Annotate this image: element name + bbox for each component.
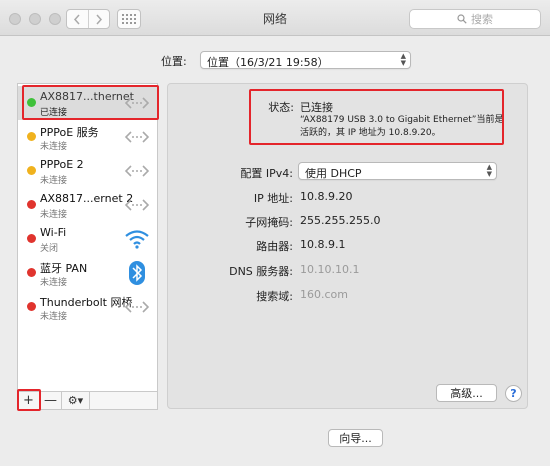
service-name: PPPoE 服务 [40, 126, 99, 139]
router-value: 10.8.9.1 [300, 238, 346, 251]
remove-service-button[interactable]: — [40, 392, 62, 409]
ethernet-icon [124, 295, 150, 319]
service-item-wifi[interactable]: Wi-Fi 关闭 [18, 222, 157, 256]
status-dot [27, 268, 36, 277]
location-label: 位置: [161, 55, 187, 68]
subnet-mask-label: 子网掩码: [245, 216, 293, 229]
advanced-button[interactable]: 高级... [436, 384, 497, 402]
status-dot [27, 166, 36, 175]
router-label: 路由器: [256, 240, 293, 253]
service-item-bluetooth-pan[interactable]: 蓝牙 PAN 未连接 [18, 256, 157, 290]
ip-address-value: 10.8.9.20 [300, 190, 353, 203]
subnet-mask-value: 255.255.255.0 [300, 214, 381, 227]
service-name: Thunderbolt 网桥 [40, 296, 133, 309]
search-field[interactable]: 搜索 [409, 9, 541, 29]
service-item-thunderbolt-bridge[interactable]: Thunderbolt 网桥 未连接 [18, 290, 157, 324]
status-dot [27, 132, 36, 141]
help-button[interactable]: ? [505, 385, 522, 402]
updown-arrows-icon: ▲ ▼ [400, 52, 406, 67]
dns-server-label: DNS 服务器: [229, 265, 293, 278]
dns-server-value: 10.10.10.1 [300, 263, 360, 276]
updown-arrows-icon: ▲ ▼ [486, 163, 492, 178]
service-list: AX8817...thernet 已连接 PPPoE 服务 未连接 PPPoE … [17, 83, 158, 392]
configure-ipv4-label: 配置 IPv4: [240, 167, 293, 180]
service-status: 关闭 [40, 244, 59, 254]
wifi-icon [124, 227, 150, 251]
search-icon [457, 14, 467, 24]
service-name: 蓝牙 PAN [40, 262, 88, 275]
ethernet-icon [124, 193, 150, 217]
service-name: PPPoE 2 [40, 158, 84, 171]
configure-ipv4-value: 使用 DHCP [305, 167, 362, 180]
title-bar: 网络 搜索 [0, 0, 550, 36]
service-status: 未连接 [40, 278, 68, 288]
service-name: Wi-Fi [40, 226, 67, 239]
location-value: 位置（16/3/21 19:58） [207, 56, 329, 69]
action-menu-button[interactable]: ⚙▾ [62, 392, 90, 409]
service-item-pppoe[interactable]: PPPoE 服务 未连接 [18, 120, 157, 154]
service-status: 未连接 [40, 210, 68, 220]
ethernet-icon [124, 125, 150, 149]
highlight-box-status [249, 89, 504, 145]
search-placeholder: 搜索 [471, 13, 493, 26]
search-domains-value: 160.com [300, 288, 348, 301]
service-status: 未连接 [40, 176, 68, 186]
ethernet-icon [124, 159, 150, 183]
configure-ipv4-select[interactable]: 使用 DHCP ▲ ▼ [298, 162, 497, 180]
highlight-box-add-button [17, 389, 41, 411]
service-status: 未连接 [40, 142, 68, 152]
network-preferences-window: 网络 搜索 位置: 位置（16/3/21 19:58） ▲ ▼ AX8817...… [0, 0, 550, 466]
service-item-pppoe-2[interactable]: PPPoE 2 未连接 [18, 154, 157, 188]
service-status: 未连接 [40, 312, 68, 322]
search-domains-label: 搜索域: [256, 290, 293, 303]
ip-address-label: IP 地址: [253, 192, 293, 205]
status-dot [27, 234, 36, 243]
location-select[interactable]: 位置（16/3/21 19:58） ▲ ▼ [200, 51, 411, 69]
service-item-ax88179-ethernet-2[interactable]: AX8817...ernet 2 未连接 [18, 188, 157, 222]
status-dot [27, 302, 36, 311]
bluetooth-icon [124, 261, 150, 285]
highlight-box-selected-service [22, 85, 159, 120]
service-name: AX8817...ernet 2 [40, 192, 134, 205]
assist-me-button[interactable]: 向导... [328, 429, 383, 447]
status-dot [27, 200, 36, 209]
